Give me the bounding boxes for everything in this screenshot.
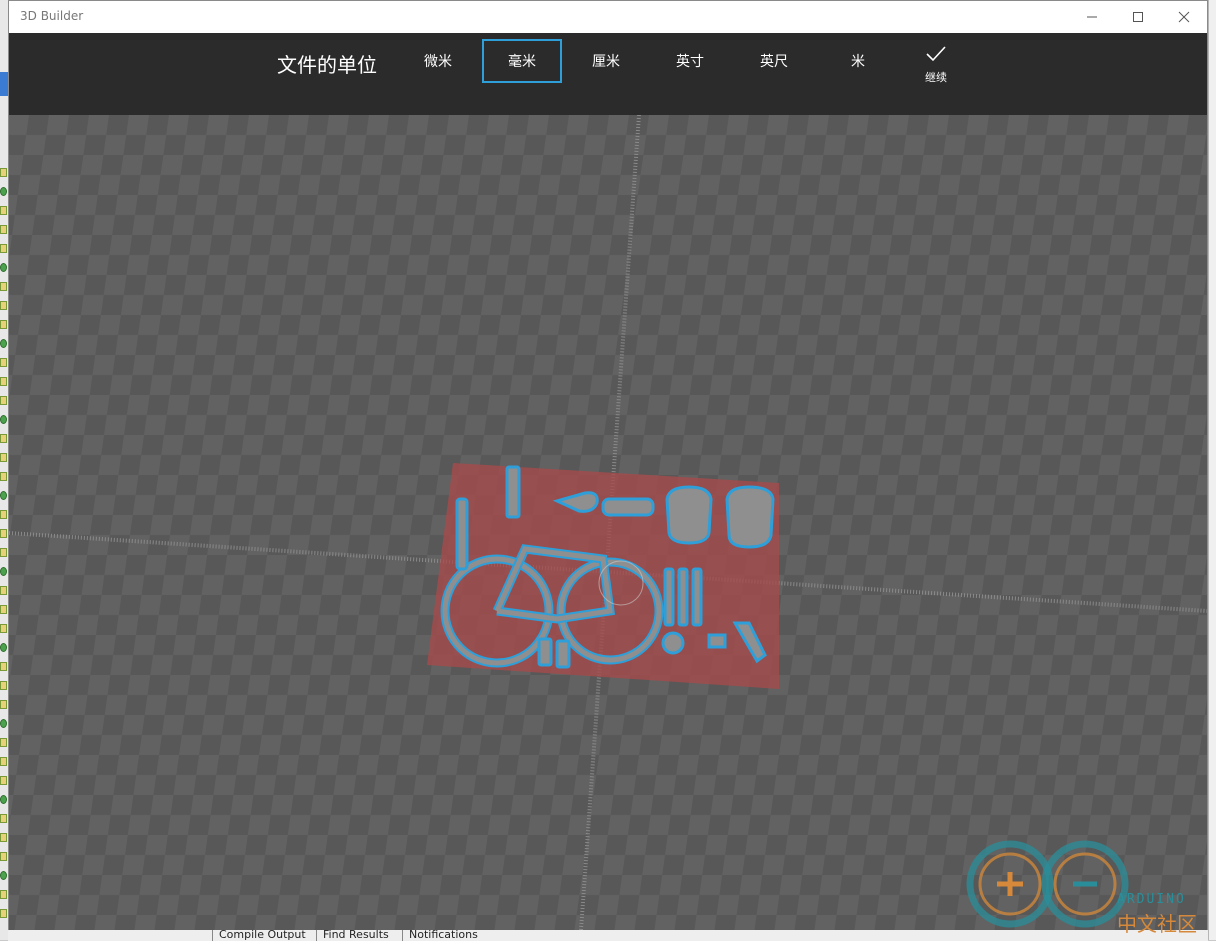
close-icon bbox=[1178, 11, 1190, 23]
background-list-marker bbox=[0, 225, 7, 234]
background-list-marker bbox=[0, 510, 7, 519]
unit-selection-bar: 文件的单位 微米 毫米 厘米 英寸 英尺 米 继续 bbox=[9, 33, 1207, 115]
window-title: 3D Builder bbox=[20, 9, 84, 23]
background-list-marker bbox=[0, 643, 7, 652]
close-button[interactable] bbox=[1161, 1, 1207, 33]
checkmark-icon bbox=[926, 46, 946, 62]
unit-millimeter-button[interactable]: 毫米 bbox=[482, 39, 562, 83]
background-list-marker bbox=[0, 453, 7, 462]
watermark-brand: ARDUINO bbox=[1117, 892, 1186, 907]
background-list-marker bbox=[0, 301, 7, 310]
arduino-watermark: ARDUINO 中文社区 bbox=[955, 832, 1205, 936]
background-list-marker bbox=[0, 795, 7, 804]
scene bbox=[9, 115, 1207, 930]
background-list-marker bbox=[0, 719, 7, 728]
background-list-marker bbox=[0, 244, 7, 253]
background-list-marker bbox=[0, 263, 7, 272]
background-list-marker bbox=[0, 282, 7, 291]
background-list-marker bbox=[0, 187, 7, 196]
background-list-marker bbox=[0, 206, 7, 215]
tab-find-results[interactable]: Find Results bbox=[316, 930, 395, 941]
unit-foot-button[interactable]: 英尺 bbox=[734, 39, 814, 83]
background-list-marker bbox=[0, 586, 7, 595]
title-bar: 3D Builder bbox=[9, 1, 1207, 33]
maximize-icon bbox=[1133, 12, 1143, 22]
unit-micrometer-button[interactable]: 微米 bbox=[398, 39, 478, 83]
tab-notifications[interactable]: Notifications bbox=[402, 930, 484, 941]
background-list-marker bbox=[0, 833, 7, 842]
background-list-marker bbox=[0, 377, 7, 386]
3d-viewport[interactable] bbox=[9, 115, 1207, 930]
watermark-subtitle: 中文社区 bbox=[1117, 912, 1197, 936]
tab-compile-output[interactable]: Compile Output bbox=[212, 930, 312, 941]
background-app-highlight bbox=[0, 72, 8, 96]
unit-meter-button[interactable]: 米 bbox=[818, 39, 898, 83]
background-list-marker bbox=[0, 681, 7, 690]
maximize-button[interactable] bbox=[1115, 1, 1161, 33]
background-list-marker bbox=[0, 662, 7, 671]
background-list-marker bbox=[0, 168, 7, 177]
background-list-marker bbox=[0, 700, 7, 709]
continue-label: 继续 bbox=[925, 71, 947, 84]
background-list-marker bbox=[0, 605, 7, 614]
file-units-label: 文件的单位 bbox=[277, 53, 377, 77]
background-list-marker bbox=[0, 339, 7, 348]
background-list-marker bbox=[0, 529, 7, 538]
background-list-marker bbox=[0, 814, 7, 823]
unit-centimeter-button[interactable]: 厘米 bbox=[566, 39, 646, 83]
background-list-marker bbox=[0, 890, 7, 899]
background-list-marker bbox=[0, 548, 7, 557]
continue-button[interactable]: 继续 bbox=[913, 45, 959, 89]
minimize-icon bbox=[1087, 16, 1097, 18]
background-list-marker bbox=[0, 434, 7, 443]
background-list-marker bbox=[0, 776, 7, 785]
background-list-marker bbox=[0, 624, 7, 633]
background-list-marker bbox=[0, 738, 7, 747]
background-list-marker bbox=[0, 472, 7, 481]
background-list-marker bbox=[0, 320, 7, 329]
background-list-marker bbox=[0, 909, 7, 918]
app-window: 3D Builder 文件的单位 微米 毫米 厘米 英寸 英尺 米 继续 bbox=[8, 0, 1208, 930]
background-list-marker bbox=[0, 757, 7, 766]
background-list-marker bbox=[0, 358, 7, 367]
minimize-button[interactable] bbox=[1069, 1, 1115, 33]
unit-inch-button[interactable]: 英寸 bbox=[650, 39, 730, 83]
background-list-marker bbox=[0, 871, 7, 880]
background-app-right-edge bbox=[1208, 0, 1216, 940]
background-list-marker bbox=[0, 491, 7, 500]
background-list-marker bbox=[0, 396, 7, 405]
background-list-marker bbox=[0, 852, 7, 861]
background-list-marker bbox=[0, 567, 7, 576]
background-list-marker bbox=[0, 415, 7, 424]
